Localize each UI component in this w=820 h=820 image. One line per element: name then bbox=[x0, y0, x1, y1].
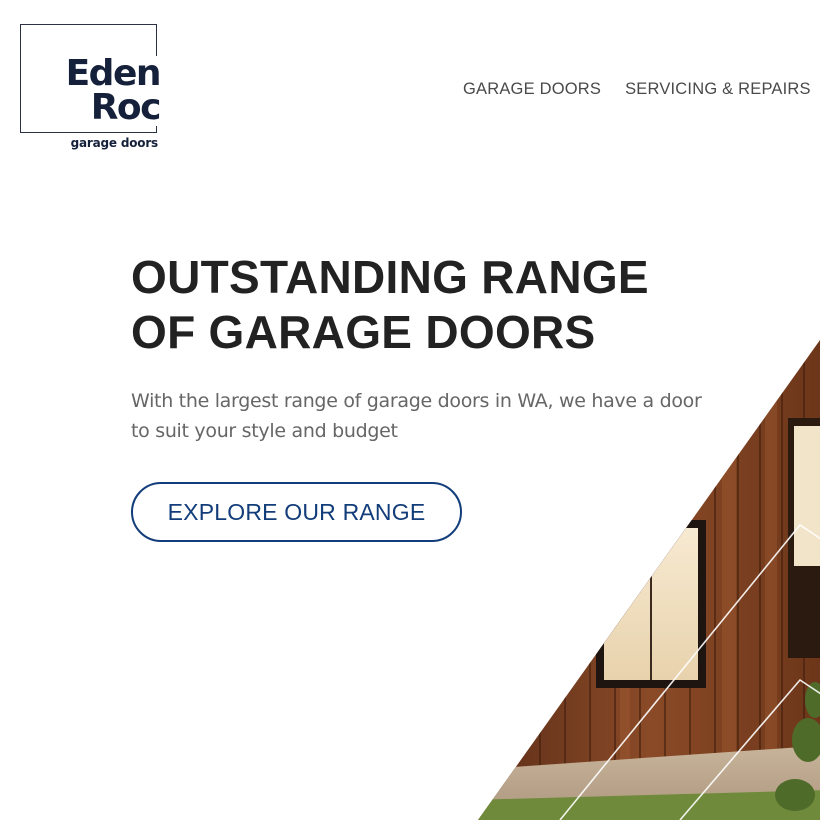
brand-logo[interactable]: Eden Roc garage doors bbox=[20, 24, 162, 154]
explore-range-button[interactable]: EXPLORE OUR RANGE bbox=[131, 482, 462, 542]
nav-item-servicing-repairs[interactable]: SERVICING & REPAIRS bbox=[625, 80, 811, 99]
nav-item-garage-doors[interactable]: GARAGE DOORS bbox=[463, 80, 601, 99]
hero-title-line-1: OUTSTANDING RANGE bbox=[131, 251, 649, 303]
main-nav: GARAGE DOORS SERVICING & REPAIRS bbox=[463, 80, 811, 99]
hero-subtitle: With the largest range of garage doors i… bbox=[131, 390, 702, 442]
logo-tagline: garage doors bbox=[70, 136, 159, 150]
hero-title-line-2: OF GARAGE DOORS bbox=[131, 306, 596, 358]
logo-word-roc: Roc bbox=[88, 87, 162, 128]
page: Eden Roc garage doors GARAGE DOORS SERVI… bbox=[0, 0, 820, 820]
hero-title: OUTSTANDING RANGE OF GARAGE DOORS bbox=[131, 250, 691, 360]
